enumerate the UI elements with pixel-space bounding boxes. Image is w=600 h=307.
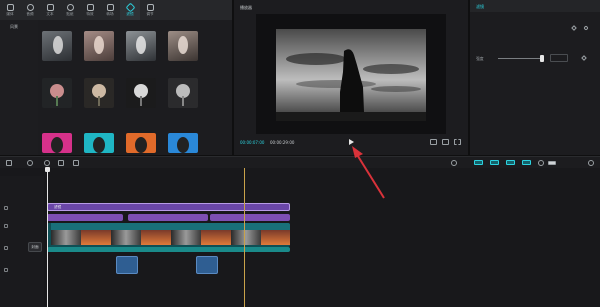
category-item-selected[interactable] [0, 118, 38, 132]
media-panel: 媒体 音频 文本 贴纸 特效 转场 滤镜 调节 风景 [0, 0, 232, 155]
play-icon[interactable] [349, 139, 354, 145]
video-filmstrip [51, 230, 290, 245]
video-editor-window: 媒体 音频 文本 贴纸 特效 转场 滤镜 调节 风景 播放器 00:00:07:… [0, 0, 600, 307]
filter-thumb[interactable] [168, 31, 198, 61]
filter-thumb[interactable] [42, 31, 72, 61]
keyframe-icon[interactable] [571, 25, 577, 31]
adjust-icon [146, 4, 154, 11]
media-icon [6, 4, 14, 11]
properties-panel: 滤镜 强度 [470, 0, 600, 155]
preview-axis-toggle[interactable] [506, 160, 515, 165]
lock-icon[interactable] [4, 224, 8, 228]
tab-filter[interactable]: 滤镜 [120, 0, 140, 20]
audio-icon [26, 4, 34, 11]
timeline-toolbar [0, 156, 600, 168]
zoom-in-icon[interactable] [588, 160, 594, 166]
intensity-value-field[interactable] [550, 54, 568, 62]
filter-thumb[interactable] [84, 31, 114, 61]
filter-thumb[interactable] [168, 78, 198, 108]
playhead-handle[interactable] [45, 167, 50, 172]
text-icon [46, 4, 54, 11]
undo-icon[interactable] [27, 160, 33, 166]
filter-thumb[interactable] [84, 78, 114, 108]
intensity-keyframe-icon[interactable] [581, 55, 587, 61]
properties-title: 滤镜 [476, 4, 484, 9]
player-panel: 播放器 00:00:07:00 00:00:29:00 [234, 0, 468, 155]
zoom-slider[interactable] [548, 161, 556, 165]
category-item[interactable] [0, 90, 38, 104]
video-clip[interactable] [47, 223, 290, 247]
category-item[interactable] [0, 62, 38, 76]
lock-icon[interactable] [4, 206, 8, 210]
marker-line [244, 168, 245, 307]
audio-clip[interactable] [196, 256, 218, 274]
filter-grid [40, 20, 232, 155]
filter-icon [125, 2, 135, 13]
audio-toggle[interactable] [522, 160, 531, 165]
category-item[interactable] [0, 104, 38, 118]
timeline: 封面 滤镜 [0, 168, 600, 307]
asset-tab-bar: 媒体 音频 文本 贴纸 特效 转场 滤镜 调节 [0, 0, 232, 20]
reset-icon[interactable] [583, 25, 589, 31]
filter-thumb[interactable] [126, 133, 156, 153]
snap-toggle[interactable] [474, 160, 483, 165]
filter-thumb[interactable] [126, 78, 156, 108]
mic-icon[interactable] [451, 160, 457, 166]
track-header-column: 封面 [0, 176, 44, 307]
category-item[interactable] [0, 34, 38, 48]
tab-transition[interactable]: 转场 [100, 0, 120, 20]
sticker-icon [66, 4, 74, 11]
time-ruler[interactable] [0, 168, 600, 176]
delete-icon[interactable] [73, 160, 79, 166]
intensity-slider-handle[interactable] [540, 55, 544, 62]
audio-waveform-track[interactable] [47, 247, 290, 252]
transition-icon [106, 4, 114, 11]
select-icon[interactable] [6, 160, 12, 166]
lock-icon[interactable] [4, 268, 8, 272]
tab-media[interactable]: 媒体 [0, 0, 20, 20]
filter-thumb[interactable] [42, 133, 72, 153]
tab-adjust[interactable]: 调节 [140, 0, 160, 20]
effect-clip[interactable] [128, 214, 208, 221]
split-icon[interactable] [58, 160, 64, 166]
ratio-icon[interactable] [442, 139, 449, 145]
link-toggle[interactable] [490, 160, 499, 165]
intensity-label: 强度 [476, 56, 484, 61]
current-timecode: 00:00:07:00 [240, 140, 265, 145]
effect-clip[interactable] [47, 214, 123, 221]
filter-thumb[interactable] [42, 78, 72, 108]
properties-header [470, 0, 600, 12]
category-item[interactable]: 风景 [0, 20, 38, 34]
category-item[interactable] [0, 76, 38, 90]
expand-icon[interactable] [454, 139, 461, 145]
category-item[interactable] [0, 48, 38, 62]
cover-button[interactable]: 封面 [28, 242, 42, 252]
audio-clip[interactable] [116, 256, 138, 274]
filter-track-clip[interactable]: 滤镜 [47, 203, 290, 211]
tab-text[interactable]: 文本 [40, 0, 60, 20]
filter-category-list: 风景 [0, 20, 38, 155]
fullscreen-preview-icon[interactable] [430, 139, 437, 145]
total-duration: 00:00:29:00 [270, 140, 295, 145]
filter-thumb[interactable] [168, 133, 198, 153]
video-clip-label [51, 223, 290, 230]
lock-icon[interactable] [4, 246, 8, 250]
zoom-out-icon[interactable] [538, 160, 544, 166]
filter-thumb[interactable] [126, 31, 156, 61]
tab-sticker[interactable]: 贴纸 [60, 0, 80, 20]
effect-clip[interactable] [210, 214, 290, 221]
player-controls: 00:00:07:00 00:00:29:00 [234, 136, 468, 150]
intensity-slider[interactable] [498, 58, 542, 59]
preview-screen[interactable] [256, 14, 446, 134]
tab-audio[interactable]: 音频 [20, 0, 40, 20]
filter-thumb[interactable] [84, 133, 114, 153]
redo-icon[interactable] [44, 160, 50, 166]
category-item[interactable] [0, 132, 38, 146]
player-title: 播放器 [240, 5, 252, 10]
effects-icon [86, 4, 94, 11]
tab-effects[interactable]: 特效 [80, 0, 100, 20]
playhead[interactable] [47, 168, 48, 307]
